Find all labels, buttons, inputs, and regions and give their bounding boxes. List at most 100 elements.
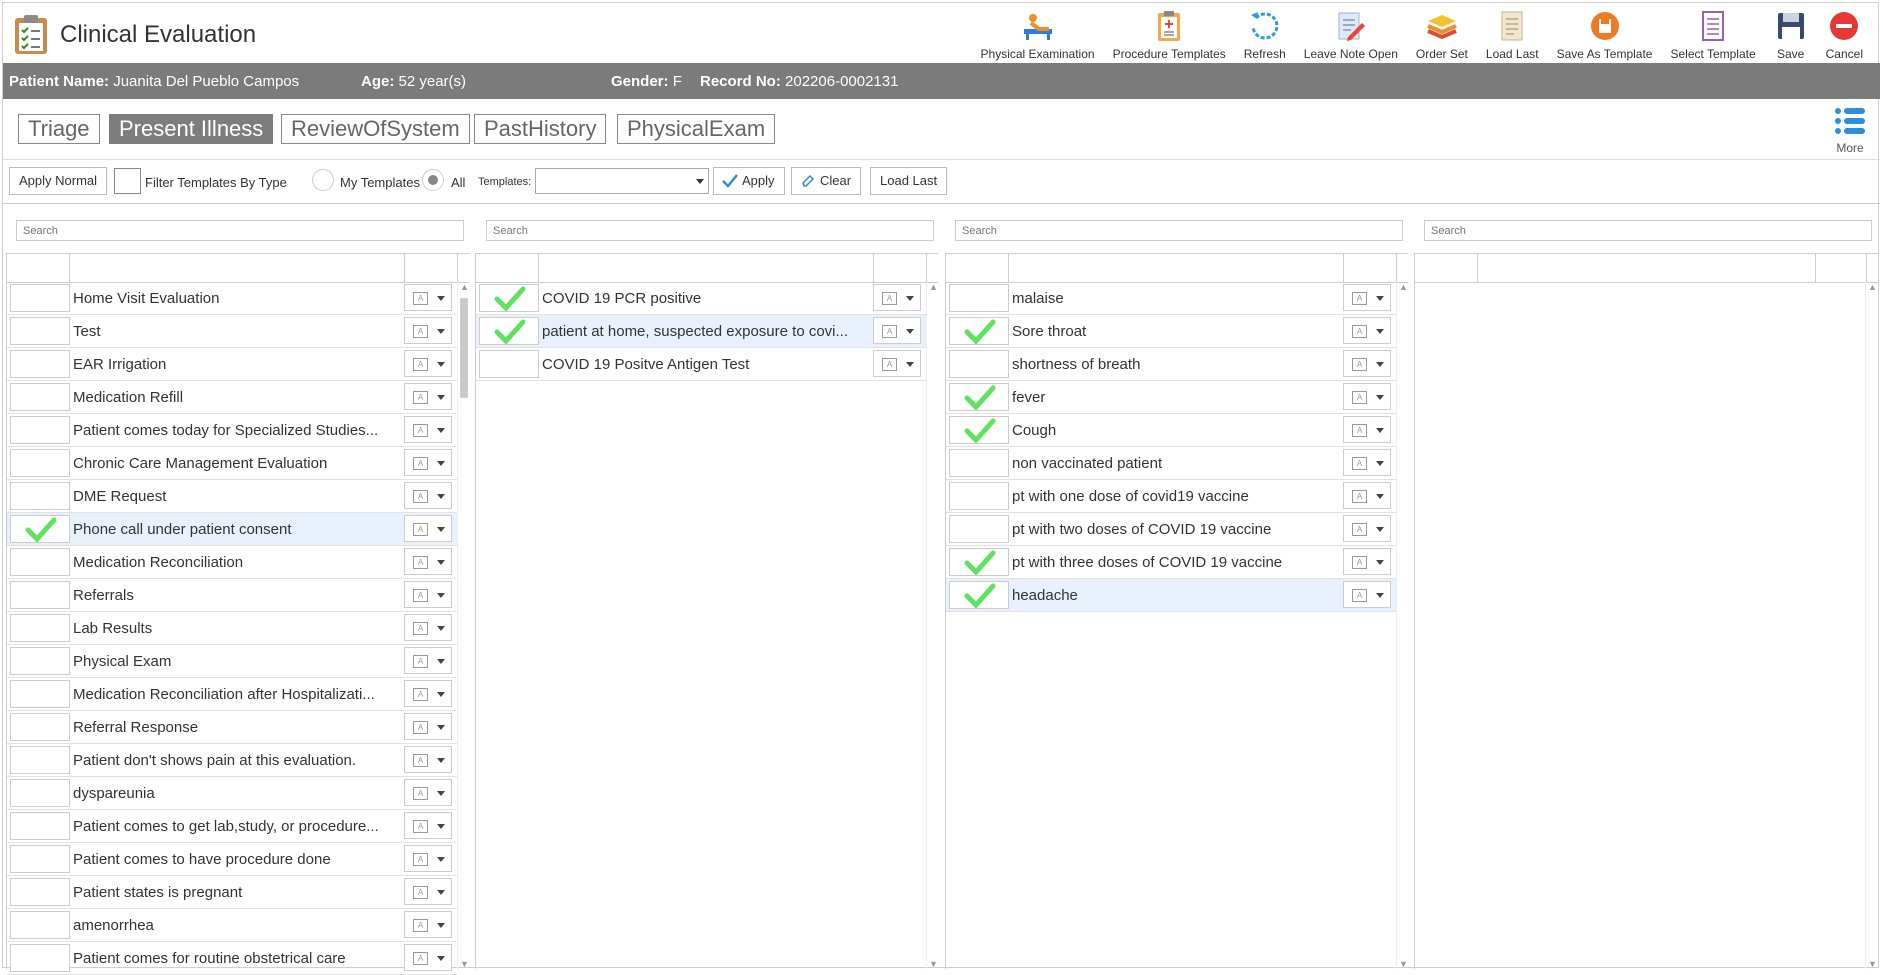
scroll-down-icon[interactable]: ▼ [929,959,938,969]
item-text-dropdown[interactable]: A [404,317,452,344]
tab-past-history[interactable]: PastHistory [474,114,607,144]
scroll-up-icon[interactable]: ▲ [1399,282,1408,292]
list-item[interactable]: pt with two doses of COVID 19 vaccine A [946,513,1396,546]
item-checkbox[interactable] [10,779,70,807]
item-text-dropdown[interactable]: A [873,284,921,311]
list-item[interactable]: Home Visit Evaluation A [7,282,457,315]
list-item[interactable]: Physical Exam A [7,645,457,678]
list-item[interactable]: EAR Irrigation A [7,348,457,381]
search-input-4[interactable] [1424,220,1872,241]
item-checkbox[interactable] [10,746,70,774]
item-text-dropdown[interactable]: A [1343,317,1391,344]
item-checkbox[interactable] [10,911,70,939]
item-checkbox[interactable] [949,317,1009,345]
list-item[interactable]: Patient comes for routine obstetrical ca… [7,942,457,975]
more-button[interactable]: More [1830,104,1870,155]
list-item[interactable]: amenorrhea A [7,909,457,942]
item-text-dropdown[interactable]: A [404,812,452,839]
scroll-up-icon[interactable]: ▲ [460,282,469,292]
filter-by-type-checkbox[interactable] [114,168,141,194]
templates-dropdown[interactable] [535,168,709,194]
item-checkbox[interactable] [10,317,70,345]
item-checkbox[interactable] [10,713,70,741]
item-text-dropdown[interactable]: A [404,647,452,674]
list-item[interactable]: Patient states is pregnant A [7,876,457,909]
list-item[interactable]: headache A [946,579,1396,612]
item-checkbox[interactable] [10,482,70,510]
load-last-filter-button[interactable]: Load Last [870,167,948,195]
all-radio[interactable] [422,169,444,191]
item-text-dropdown[interactable]: A [404,284,452,311]
scrollbar[interactable]: ▲ ▼ [1865,282,1878,969]
list-item[interactable]: Lab Results A [7,612,457,645]
item-text-dropdown[interactable]: A [404,383,452,410]
scroll-up-icon[interactable]: ▲ [929,282,938,292]
scroll-thumb[interactable] [460,298,468,398]
item-checkbox[interactable] [10,284,70,312]
item-checkbox[interactable] [479,350,539,378]
item-text-dropdown[interactable]: A [404,350,452,377]
item-text-dropdown[interactable]: A [404,911,452,938]
list-item[interactable]: COVID 19 PCR positive A [476,282,926,315]
tab-review-of-system[interactable]: ReviewOfSystem [281,114,470,144]
save-as-template-button[interactable]: Save As Template [1548,7,1662,63]
item-text-dropdown[interactable]: A [1343,548,1391,575]
item-text-dropdown[interactable]: A [404,878,452,905]
item-checkbox[interactable] [949,449,1009,477]
cancel-button[interactable]: Cancel [1817,7,1872,63]
item-text-dropdown[interactable]: A [404,482,452,509]
item-text-dropdown[interactable]: A [404,944,452,971]
item-checkbox[interactable] [10,812,70,840]
list-item[interactable]: patient at home, suspected exposure to c… [476,315,926,348]
item-checkbox[interactable] [949,416,1009,444]
item-text-dropdown[interactable]: A [404,449,452,476]
tab-physical-exam[interactable]: PhysicalExam [617,114,776,144]
search-input-1[interactable] [16,220,464,241]
item-checkbox[interactable] [949,515,1009,543]
scroll-down-icon[interactable]: ▼ [1399,959,1408,969]
list-item[interactable]: malaise A [946,282,1396,315]
item-checkbox[interactable] [10,944,70,972]
scrollbar[interactable]: ▲ ▼ [457,282,470,969]
item-text-dropdown[interactable]: A [404,845,452,872]
item-checkbox[interactable] [10,383,70,411]
tab-present-illness[interactable]: Present Illness [109,114,274,144]
list-item[interactable]: Patient don't shows pain at this evaluat… [7,744,457,777]
item-text-dropdown[interactable]: A [404,614,452,641]
save-button[interactable]: Save [1765,7,1817,63]
item-checkbox[interactable] [10,350,70,378]
item-checkbox[interactable] [10,581,70,609]
item-text-dropdown[interactable]: A [404,416,452,443]
item-text-dropdown[interactable]: A [1343,449,1391,476]
order-set-button[interactable]: Order Set [1407,7,1477,63]
scrollbar[interactable]: ▲ ▼ [926,282,939,969]
item-text-dropdown[interactable]: A [873,317,921,344]
list-item[interactable]: Medication Reconciliation after Hospital… [7,678,457,711]
scroll-up-icon[interactable]: ▲ [1868,282,1877,292]
item-checkbox[interactable] [949,548,1009,576]
item-text-dropdown[interactable]: A [1343,581,1391,608]
select-template-button[interactable]: Select Template [1661,7,1764,63]
item-checkbox[interactable] [10,680,70,708]
my-templates-radio[interactable] [312,169,334,191]
apply-button[interactable]: Apply [713,167,785,195]
item-checkbox[interactable] [10,548,70,576]
item-checkbox[interactable] [10,515,70,543]
list-item[interactable]: Cough A [946,414,1396,447]
item-checkbox[interactable] [479,284,539,312]
item-text-dropdown[interactable]: A [404,548,452,575]
tab-triage[interactable]: Triage [18,114,100,144]
item-text-dropdown[interactable]: A [404,779,452,806]
list-item[interactable]: fever A [946,381,1396,414]
item-checkbox[interactable] [949,482,1009,510]
item-checkbox[interactable] [479,317,539,345]
scroll-down-icon[interactable]: ▼ [1868,959,1877,969]
list-item[interactable]: Referrals A [7,579,457,612]
list-item[interactable]: Test A [7,315,457,348]
apply-normal-button[interactable]: Apply Normal [9,167,108,195]
list-item[interactable]: Medication Reconciliation A [7,546,457,579]
item-text-dropdown[interactable]: A [873,350,921,377]
list-item[interactable]: dyspareunia A [7,777,457,810]
item-checkbox[interactable] [10,614,70,642]
item-text-dropdown[interactable]: A [1343,482,1391,509]
